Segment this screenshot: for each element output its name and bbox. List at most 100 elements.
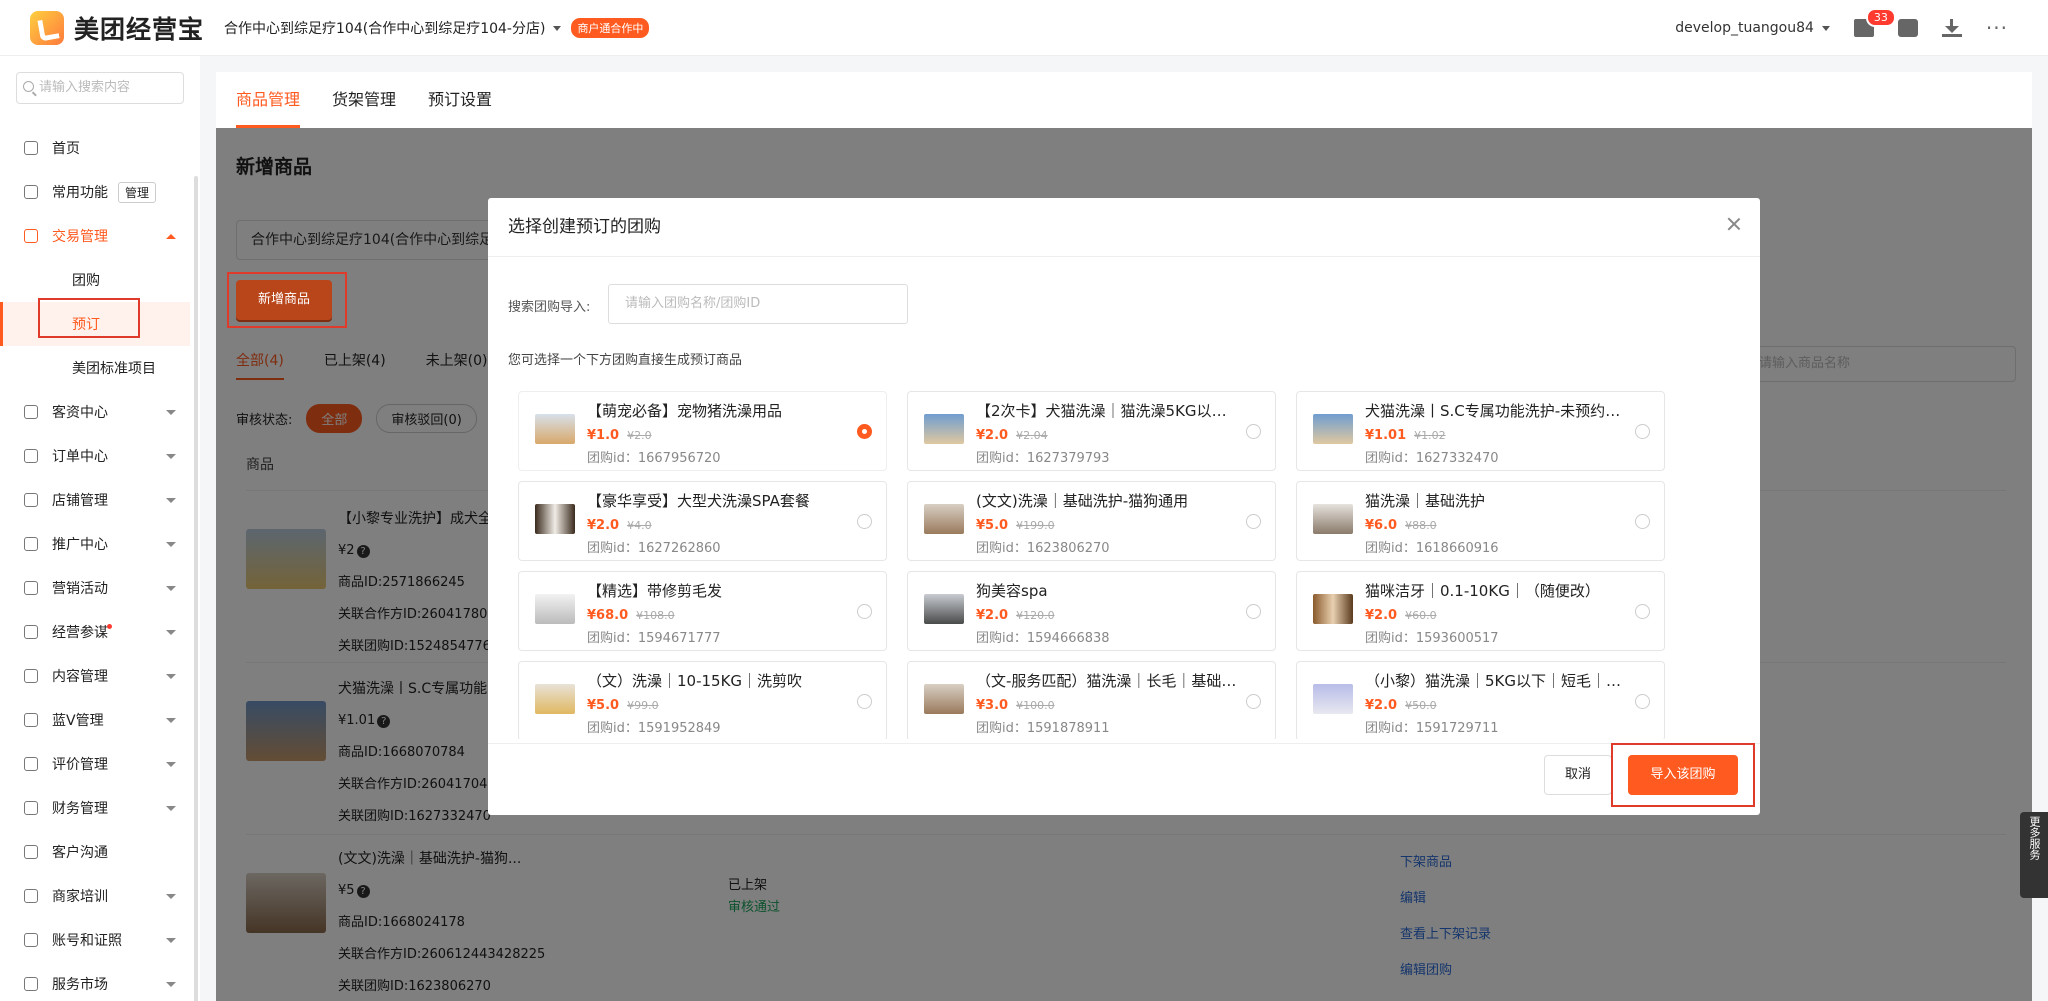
groupbuy-price-row: ¥68.0 ¥108.0 — [587, 608, 675, 623]
groupbuy-search-input[interactable]: 请输入团购名称/团购ID — [608, 284, 908, 324]
radio-button-selected[interactable] — [857, 424, 872, 439]
groupbuy-price: ¥2.0 — [587, 518, 620, 533]
radio-button[interactable] — [857, 514, 872, 529]
groupbuy-card[interactable]: （文）洗澡｜10-15KG｜洗剪吹 ¥5.0 ¥99.0 团购id：1591952… — [518, 661, 887, 739]
radio-button[interactable] — [1635, 514, 1650, 529]
groupbuy-original-price: ¥99.0 — [627, 699, 659, 712]
groupbuy-price-row: ¥1.01 ¥1.02 — [1365, 428, 1446, 443]
groupbuy-card[interactable]: 猫咪洁牙｜0.1-10KG｜（随便改） ¥2.0 ¥60.0 团购id：15936… — [1296, 571, 1665, 651]
radio-button[interactable] — [1246, 694, 1261, 709]
groupbuy-thumbnail — [535, 414, 575, 444]
sidebar-item-leads[interactable]: 客资中心 — [0, 390, 190, 434]
groupbuy-card[interactable]: 狗美容spa ¥2.0 ¥120.0 团购id：1594666838 — [907, 571, 1276, 651]
sidebar-item-training[interactable]: 商家培训 — [0, 874, 190, 918]
user-icon — [24, 933, 38, 947]
sidebar-subitem-groupbuy[interactable]: 团购 — [0, 258, 190, 302]
manage-common-button[interactable]: 管理 — [118, 181, 157, 203]
sidebar-item-label: 订单中心 — [52, 449, 108, 465]
groupbuy-card[interactable]: 犬猫洗澡丨S.C专属功能洗护-未预约不可用 ¥1.01 ¥1.02 团购id：16… — [1296, 391, 1665, 471]
chevron-down-icon — [166, 542, 176, 547]
groupbuy-card[interactable]: （文-服务匹配）猫洗澡｜长毛｜基础洗护 ¥3.0 ¥100.0 团购id：1591… — [907, 661, 1276, 739]
divider — [488, 743, 1760, 744]
sidebar-item-store[interactable]: 店铺管理 — [0, 478, 190, 522]
chevron-down-icon — [166, 894, 176, 899]
chevron-down-icon — [166, 762, 176, 767]
groupbuy-name: 犬猫洗澡丨S.C专属功能洗护-未预约不可用 — [1365, 402, 1630, 420]
groupbuy-card[interactable]: (文文)洗澡｜基础洗护-猫狗通用 ¥5.0 ¥199.0 团购id：1623806… — [907, 481, 1276, 561]
radio-button[interactable] — [1246, 604, 1261, 619]
groupbuy-grid: 【萌宠必备】宠物猪洗澡用品 ¥1.0 ¥2.0 团购id：1667956720 【… — [518, 391, 1698, 739]
radio-button[interactable] — [1635, 424, 1650, 439]
groupbuy-id: 团购id：1594671777 — [587, 631, 721, 646]
meituan-logo-icon[interactable] — [30, 10, 64, 45]
radio-button[interactable] — [1635, 604, 1650, 619]
sidebar-item-orders[interactable]: 订单中心 — [0, 434, 190, 478]
groupbuy-id: 团购id：1591952849 — [587, 721, 721, 736]
groupbuy-card[interactable]: 【豪华享受】大型犬洗澡SPA套餐 ¥2.0 ¥4.0 团购id：162726286… — [518, 481, 887, 561]
chevron-down-icon — [166, 410, 176, 415]
sidebar-item-label: 服务市场 — [52, 977, 108, 993]
groupbuy-card[interactable]: 猫洗澡｜基础洗护 ¥6.0 ¥88.0 团购id：1618660916 — [1296, 481, 1665, 561]
more-icon[interactable]: ··· — [1986, 18, 2008, 38]
tab-booking-settings[interactable]: 预订设置 — [428, 72, 492, 128]
store-switcher[interactable]: 合作中心到综足疗104(合作中心到综足疗104-分店) — [224, 18, 562, 38]
sidebar-subitem-standard[interactable]: 美团标准项目 — [0, 346, 190, 390]
groupbuy-card[interactable]: 【精选】带修剪毛发 ¥68.0 ¥108.0 团购id：1594671777 — [518, 571, 887, 651]
mail-icon[interactable]: 33 — [1853, 8, 1896, 37]
radio-button[interactable] — [857, 604, 872, 619]
groupbuy-name: （文）洗澡｜10-15KG｜洗剪吹 — [587, 672, 803, 690]
sidebar-scrollbar[interactable] — [194, 176, 198, 1001]
groupbuy-id: 团购id：1627332470 — [1365, 451, 1499, 466]
sidebar-item-reviews[interactable]: 评价管理 — [0, 742, 190, 786]
chat-icon[interactable] — [1897, 19, 1918, 37]
tab-product-management[interactable]: 商品管理 — [236, 72, 301, 128]
sidebar-item-label: 客户沟通 — [52, 845, 108, 861]
groupbuy-original-price: ¥60.0 — [1405, 609, 1437, 622]
sidebar-item-marketing[interactable]: 营销活动 — [0, 566, 190, 610]
training-icon — [24, 889, 38, 903]
highlight-box — [38, 298, 140, 338]
sidebar-search-input[interactable]: 请输入搜索内容 — [16, 72, 184, 104]
sidebar-item-label: 蓝V管理 — [52, 713, 104, 729]
sidebar-item-label: 商家培训 — [52, 889, 108, 905]
groupbuy-thumbnail — [535, 504, 575, 534]
sidebar-item-common[interactable]: 常用功能 管理 — [0, 170, 190, 214]
groupbuy-card[interactable]: 【萌宠必备】宠物猪洗澡用品 ¥1.0 ¥2.0 团购id：1667956720 — [518, 391, 887, 471]
groupbuy-price-row: ¥1.0 ¥2.0 — [587, 428, 652, 443]
groupbuy-id: 团购id：1618660916 — [1365, 541, 1499, 556]
groupbuy-thumbnail — [535, 684, 575, 714]
sidebar-item-trade[interactable]: 交易管理 — [0, 214, 190, 258]
groupbuy-price: ¥2.0 — [976, 428, 1009, 443]
tab-shelf-management[interactable]: 货架管理 — [332, 72, 396, 128]
sidebar-item-promotion[interactable]: 推广中心 — [0, 522, 190, 566]
username-label: develop_tuangou84 — [1675, 20, 1814, 36]
chevron-down-icon — [166, 718, 176, 723]
app-logo-text[interactable]: 美团经营宝 — [74, 10, 204, 46]
user-menu[interactable]: develop_tuangou84 — [1675, 20, 1830, 36]
groupbuy-id: 团购id：1627379793 — [976, 451, 1110, 466]
dialog-title: 选择创建预订的团购 — [508, 217, 661, 237]
sidebar-item-customer-chat[interactable]: 客户沟通 — [0, 830, 190, 874]
close-icon[interactable] — [1726, 216, 1742, 232]
sidebar-item-market[interactable]: 服务市场 — [0, 962, 190, 1001]
radio-button[interactable] — [1246, 424, 1261, 439]
sidebar-item-label: 交易管理 — [52, 229, 108, 245]
radio-button[interactable] — [1246, 514, 1261, 529]
radio-button[interactable] — [1635, 694, 1650, 709]
sidebar-item-insights[interactable]: 经营参谋 — [0, 610, 190, 654]
download-icon[interactable] — [1941, 19, 1962, 37]
sidebar-item-content[interactable]: 内容管理 — [0, 654, 190, 698]
cancel-button[interactable]: 取消 — [1544, 755, 1612, 795]
radio-button[interactable] — [857, 694, 872, 709]
more-services-tab[interactable]: 更多服务 — [2020, 812, 2048, 898]
sidebar-item-bluev[interactable]: 蓝V管理 — [0, 698, 190, 742]
sidebar-item-label: 店铺管理 — [52, 493, 108, 509]
groupbuy-card[interactable]: 【2次卡】犬猫洗澡｜猫洗澡5KG以下｜短毛 ¥2.0 ¥2.04 团购id：162… — [907, 391, 1276, 471]
dialog-hint: 您可选择一个下方团购直接生成预订商品 — [508, 353, 743, 368]
sidebar-item-account[interactable]: 账号和证照 — [0, 918, 190, 962]
sidebar-item-finance[interactable]: 财务管理 — [0, 786, 190, 830]
top-bar: 美团经营宝 合作中心到综足疗104(合作中心到综足疗104-分店) 商户通合作中… — [0, 0, 2048, 56]
sidebar-item-home[interactable]: 首页 — [0, 126, 190, 170]
groupbuy-original-price: ¥50.0 — [1405, 699, 1437, 712]
groupbuy-card[interactable]: （小黎）猫洗澡｜5KG以下｜短毛｜洗剪吹 ¥2.0 ¥50.0 团购id：1591… — [1296, 661, 1665, 739]
